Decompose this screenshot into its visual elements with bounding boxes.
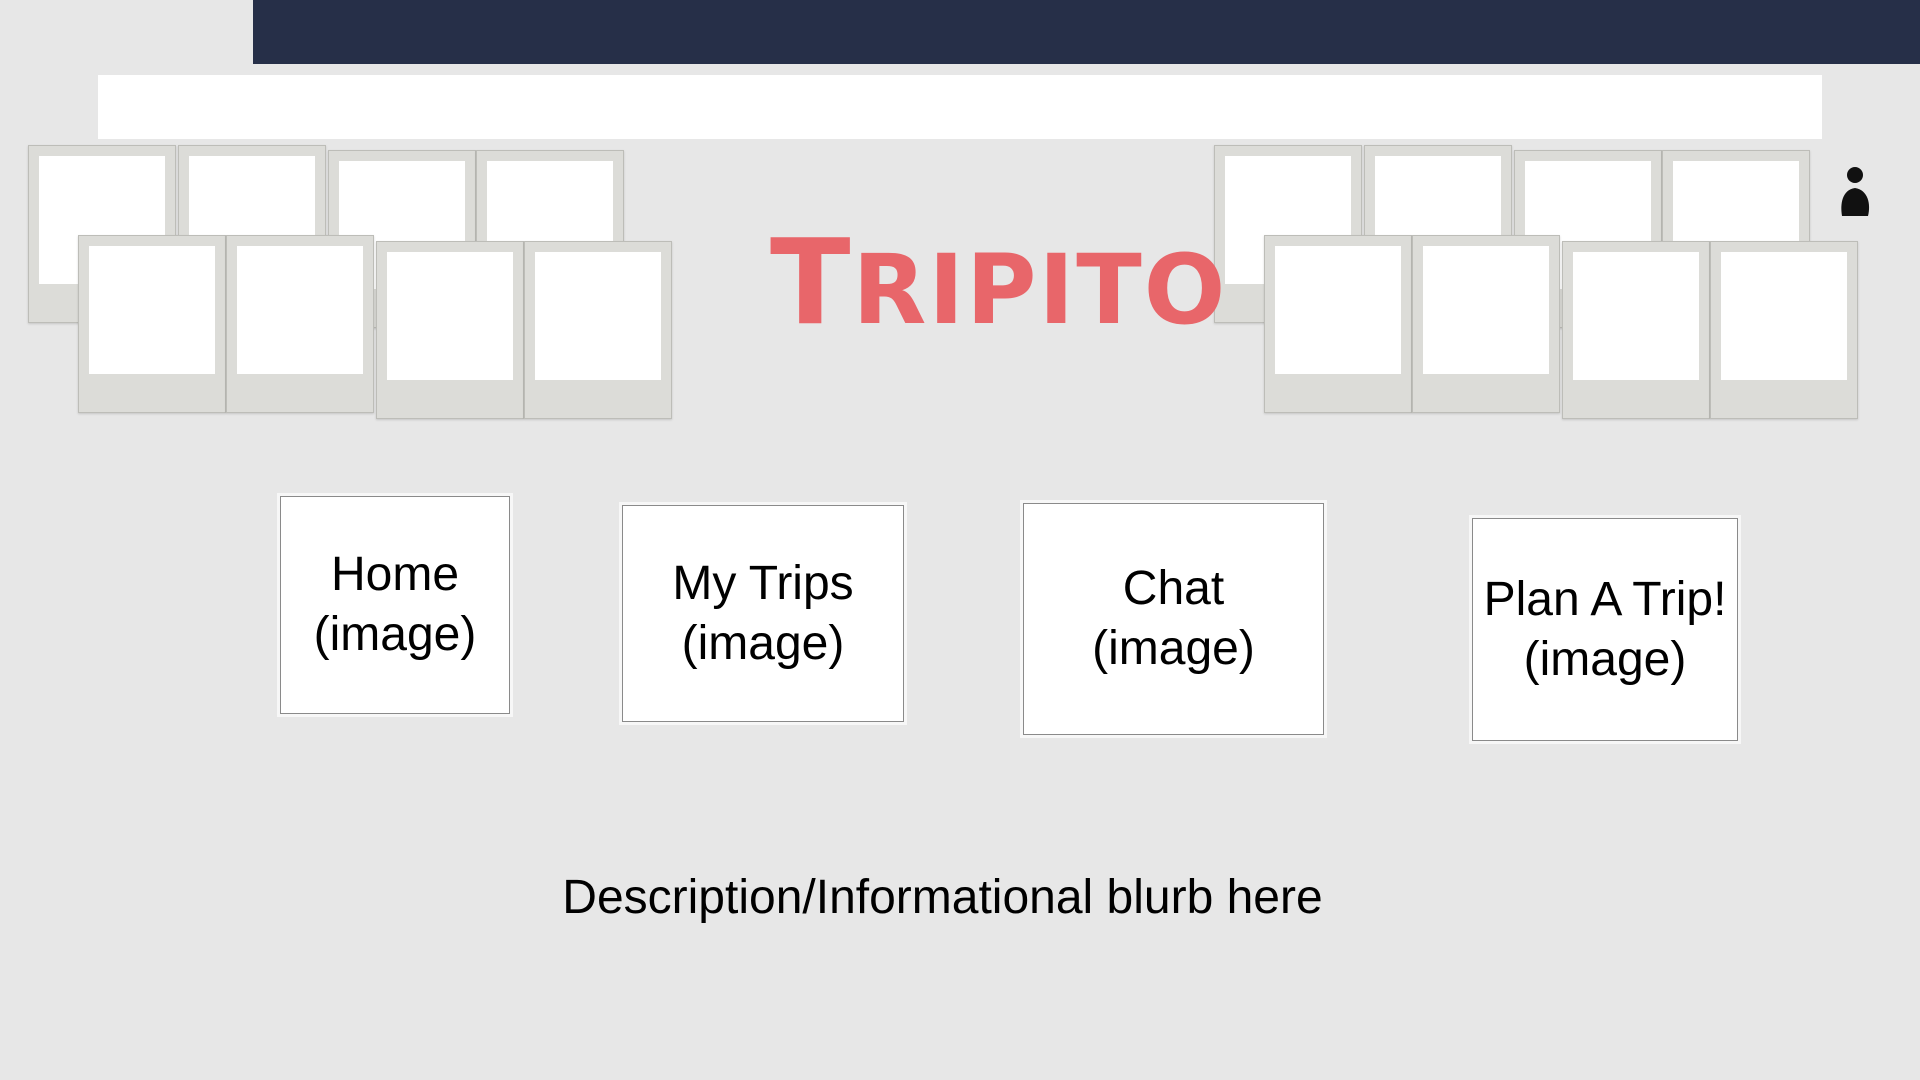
nav-tile-sublabel: (image) <box>1092 622 1255 675</box>
polaroid-frame <box>1412 235 1560 413</box>
polaroid-frame <box>226 235 374 413</box>
polaroid-frame <box>1562 241 1710 419</box>
nav-tile-label: Chat <box>1122 562 1225 615</box>
polaroid-frame <box>376 241 524 419</box>
nav-tile-sublabel: (image) <box>313 608 477 661</box>
nav-tile-sublabel: (image) <box>1523 632 1687 686</box>
polaroid-collage-left <box>28 145 678 435</box>
nav-tile-sublabel: (image) <box>681 616 845 670</box>
search-input[interactable] <box>98 75 1822 139</box>
nav-tile-label: Home <box>330 548 460 601</box>
description-blurb: Description/Informational blurb here <box>562 871 1323 924</box>
polaroid-frame <box>524 241 672 419</box>
nav-tile-label: My Trips <box>672 556 854 610</box>
polaroid-frame <box>1710 241 1858 419</box>
polaroid-collage-right <box>1214 145 1864 435</box>
app-logo[interactable]: TRIPITO <box>770 195 1225 370</box>
polaroid-frame <box>1264 235 1412 413</box>
nav-tile-chat[interactable]: Chat (image) <box>1020 500 1327 738</box>
polaroid-frame <box>78 235 226 413</box>
nav-tile-label: Plan A Trip! <box>1483 572 1727 626</box>
nav-tile-my-trips[interactable]: My Trips (image) <box>619 502 907 725</box>
user-silhouette-icon[interactable] <box>1838 164 1872 220</box>
nav-tile-plan-a-trip[interactable]: Plan A Trip! (image) <box>1469 515 1741 744</box>
nav-tile-home[interactable]: Home (image) <box>277 493 513 717</box>
header-bar <box>253 0 1920 64</box>
